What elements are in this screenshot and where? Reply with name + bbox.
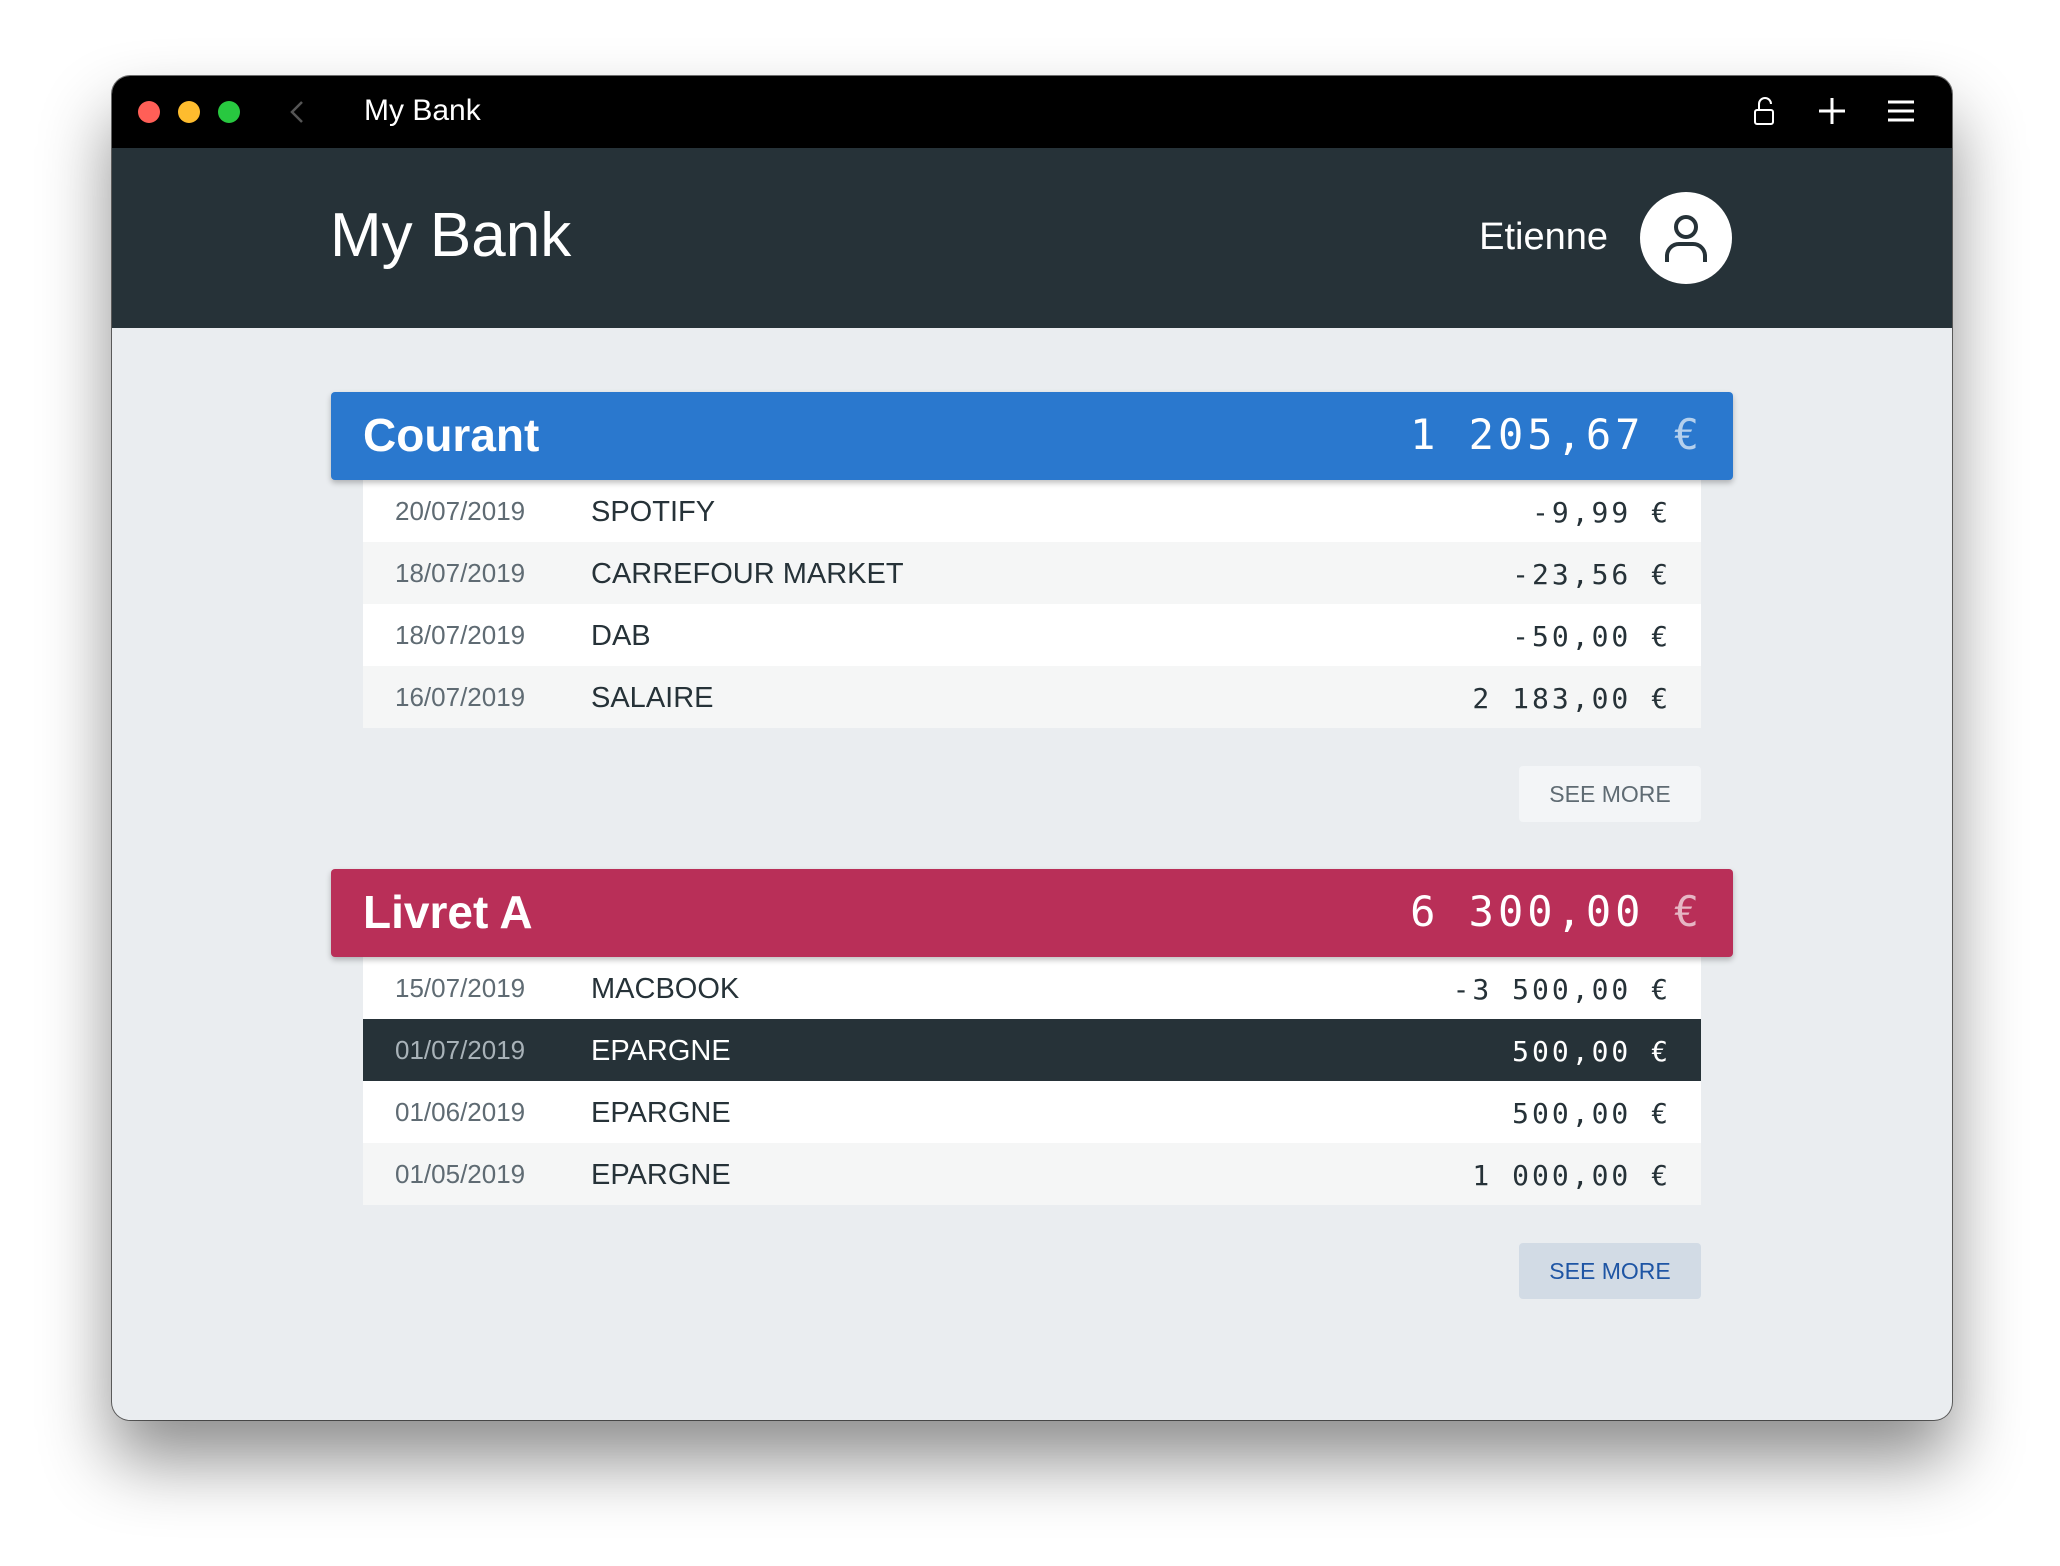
transaction-amount: 500,00 €: [1512, 1035, 1671, 1068]
title-bar: My Bank: [112, 76, 1952, 148]
app-window: My Bank My Bank Etienne Courant 1 205,67…: [112, 76, 1952, 1420]
close-window-button[interactable]: [138, 101, 160, 123]
transaction-date: 01/07/2019: [395, 1035, 526, 1065]
account-header[interactable]: Courant 1 205,67 €: [331, 392, 1733, 480]
transaction-label: SPOTIFY: [591, 496, 716, 528]
account-card-courant: Courant 1 205,67 € 20/07/2019 SPOTIFY -9…: [331, 392, 1733, 822]
transaction-amount: -50,00 €: [1512, 620, 1671, 653]
transaction-date: 16/07/2019: [395, 682, 526, 712]
transaction-amount: 2 183,00 €: [1472, 682, 1671, 715]
app-header: My Bank Etienne: [112, 148, 1952, 328]
table-row[interactable]: 18/07/2019 CARREFOUR MARKET -23,56 €: [363, 542, 1701, 604]
window-title: My Bank: [364, 94, 481, 127]
account-card-livret-a: Livret A 6 300,00 € 15/07/2019 MACBOOK -…: [331, 869, 1733, 1299]
account-header[interactable]: Livret A 6 300,00 €: [331, 869, 1733, 957]
transaction-list: 15/07/2019 MACBOOK -3 500,00 € 01/07/201…: [363, 957, 1701, 1205]
zoom-window-button[interactable]: [218, 101, 240, 123]
transaction-amount: 1 000,00 €: [1472, 1159, 1671, 1192]
table-row[interactable]: 01/05/2019 EPARGNE 1 000,00 €: [363, 1143, 1701, 1205]
table-row[interactable]: 01/06/2019 EPARGNE 500,00 €: [363, 1081, 1701, 1143]
avatar[interactable]: [1640, 192, 1732, 284]
table-row-selected[interactable]: 01/07/2019 EPARGNE 500,00 €: [363, 1019, 1701, 1081]
table-row[interactable]: 20/07/2019 SPOTIFY -9,99 €: [363, 480, 1701, 542]
account-name: Livret A: [363, 886, 533, 938]
table-row[interactable]: 18/07/2019 DAB -50,00 €: [363, 604, 1701, 666]
transaction-amount: -3 500,00 €: [1452, 973, 1671, 1006]
plus-icon[interactable]: [1816, 94, 1848, 133]
table-row[interactable]: 15/07/2019 MACBOOK -3 500,00 €: [363, 957, 1701, 1019]
transaction-date: 01/06/2019: [395, 1097, 526, 1127]
account-balance: 6 300,00 €: [1410, 887, 1703, 936]
transaction-label: EPARGNE: [591, 1035, 731, 1067]
account-balance: 1 205,67 €: [1410, 410, 1703, 459]
transaction-date: 18/07/2019: [395, 558, 526, 588]
transaction-label: EPARGNE: [591, 1097, 731, 1129]
user-name: Etienne: [1479, 216, 1608, 258]
transaction-label: SALAIRE: [591, 682, 714, 714]
transaction-amount: 500,00 €: [1512, 1097, 1671, 1130]
app-title: My Bank: [330, 201, 572, 270]
transaction-amount: -23,56 €: [1512, 558, 1671, 591]
chevron-left-icon[interactable]: [284, 98, 312, 126]
transaction-label: EPARGNE: [591, 1159, 731, 1191]
hamburger-menu-icon[interactable]: [1886, 94, 1916, 133]
minimize-window-button[interactable]: [178, 101, 200, 123]
see-more-button[interactable]: SEE MORE: [1519, 1243, 1701, 1299]
unlock-icon[interactable]: [1752, 94, 1776, 133]
see-more-button[interactable]: SEE MORE: [1519, 766, 1701, 822]
transaction-list: 20/07/2019 SPOTIFY -9,99 € 18/07/2019 CA…: [363, 480, 1701, 728]
transaction-label: CARREFOUR MARKET: [591, 558, 904, 590]
account-name: Courant: [363, 409, 540, 461]
table-row[interactable]: 16/07/2019 SALAIRE 2 183,00 €: [363, 666, 1701, 728]
transaction-date: 20/07/2019: [395, 496, 526, 526]
user-icon: [1665, 215, 1707, 262]
transaction-date: 01/05/2019: [395, 1159, 526, 1189]
transaction-amount: -9,99 €: [1531, 496, 1671, 529]
transaction-date: 18/07/2019: [395, 620, 526, 650]
transaction-label: MACBOOK: [591, 973, 740, 1005]
transaction-date: 15/07/2019: [395, 973, 526, 1003]
transaction-label: DAB: [591, 620, 651, 652]
